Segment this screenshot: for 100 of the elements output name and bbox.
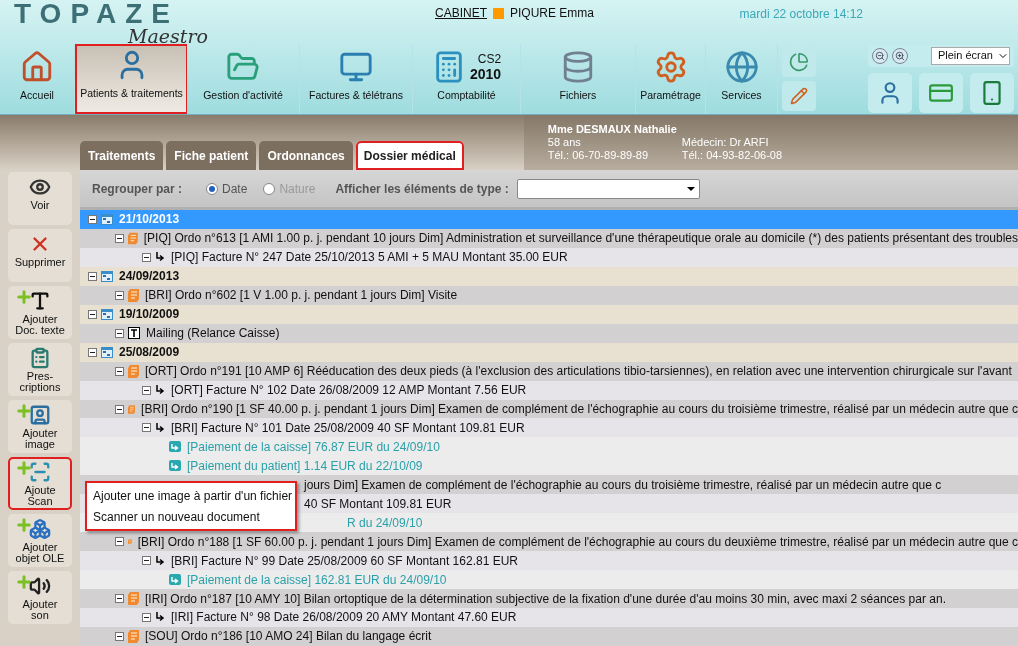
- tree-row[interactable]: [IRI] Ordo n°187 [10 AMY 10] Bilan ortoptique de la détermination subjective de la fixation d'une durée d'au moins 30 min, avec maxi 2 séances par an.: [80, 589, 1018, 608]
- arrow-icon: [155, 555, 165, 566]
- plus-icon: [15, 573, 33, 591]
- sidebar-button[interactable]: Ajoute Scan: [8, 457, 72, 510]
- pie-chart-icon: [789, 51, 809, 72]
- toolbar-button[interactable]: Fichiers: [521, 43, 636, 114]
- vitale-card-button[interactable]: [919, 72, 963, 113]
- collapse-icon[interactable]: [115, 233, 124, 243]
- text-icon: [128, 327, 140, 340]
- pencil-button[interactable]: [782, 80, 816, 111]
- sidebar-button[interactable]: Ajouter objet OLE: [8, 514, 72, 567]
- collapse-icon[interactable]: [142, 252, 151, 262]
- toolbar-button[interactable]: Paramétrage: [636, 43, 706, 114]
- calendar-icon: [101, 308, 113, 320]
- pencil-icon: [790, 86, 808, 105]
- collapse-icon[interactable]: [115, 537, 124, 547]
- zoom-out-button[interactable]: [872, 47, 888, 64]
- collapse-icon[interactable]: [115, 328, 124, 338]
- row-text: [ORT] Ordo n°191 [10 AMP 6] Rééducation des deux pieds (à l'exclusion des articulations tibio-tarsiennes), en relation avec une intervention chirurgicale sur l'avant: [145, 363, 1012, 381]
- add-text-icon: [29, 290, 51, 312]
- tab[interactable]: Traitements: [80, 141, 164, 170]
- collapse-icon[interactable]: [88, 214, 97, 224]
- tree-row[interactable]: [BRI] Facture N° 99 Date 25/08/2009 60 SF Montant 162.81 EUR: [80, 551, 1018, 571]
- clipboard-icon: [29, 347, 51, 369]
- cabinet-link[interactable]: CABINET: [435, 4, 487, 22]
- patient-age: 58 ans: [547, 136, 582, 149]
- radio-button[interactable]: [263, 182, 276, 195]
- doctor-button[interactable]: [868, 72, 912, 113]
- calendar-icon: [101, 346, 113, 358]
- tree-row[interactable]: [BRI] Facture N° 101 Date 25/08/2009 40 SF Montant 109.81 EUR: [80, 418, 1018, 438]
- sidebar-button[interactable]: Voir: [8, 172, 72, 225]
- zoom-out-icon: [875, 50, 885, 61]
- zoom-in-button[interactable]: [892, 47, 908, 64]
- payment-icon: [169, 460, 181, 472]
- sidebar-button[interactable]: Pres- criptions: [8, 343, 72, 396]
- row-text: R du 24/09/10: [347, 514, 423, 532]
- collapse-icon[interactable]: [115, 290, 124, 300]
- collapse-icon[interactable]: [88, 271, 97, 281]
- toolbar-button[interactable]: Gestion d'activité: [187, 43, 300, 114]
- row-text: 24/09/2013: [119, 268, 180, 286]
- collapse-icon[interactable]: [142, 556, 151, 566]
- row-text: 25/08/2009: [119, 344, 180, 362]
- document-icon: [128, 629, 139, 643]
- scanner-icon: [29, 461, 51, 483]
- collapse-icon[interactable]: [142, 423, 151, 433]
- plus-icon: [15, 402, 33, 420]
- type-dropdown[interactable]: [516, 178, 700, 199]
- collapse-icon[interactable]: [115, 631, 124, 641]
- collapse-icon[interactable]: [142, 613, 151, 622]
- row-text: Mailing (Relance Caisse): [146, 325, 280, 343]
- toolbar-button[interactable]: Patients & traitements: [75, 43, 187, 114]
- plus-icon: [15, 516, 33, 534]
- doctor-phone: Tél.: 04-93-82-06-08: [681, 149, 783, 162]
- tab[interactable]: Ordonnances: [259, 141, 353, 170]
- sidebar-button[interactable]: Ajouter image: [8, 400, 72, 453]
- row-text: [Paiement de la caisse] 162.81 EUR du 24/09/10: [187, 571, 447, 589]
- tab[interactable]: Dossier médical: [355, 141, 464, 170]
- row-text: jours Dim] Examen de complément de l'échographie au cours du troisième trimestre, réalisé par un médecin autre que c: [304, 476, 942, 494]
- toolbar-button[interactable]: Services: [706, 43, 778, 114]
- radio-option[interactable]: Date: [206, 179, 248, 198]
- radio-button[interactable]: [206, 182, 218, 195]
- toolbar-button[interactable]: CS2 2010 Comptabilité: [413, 43, 521, 114]
- logo-text: TOPAZE: [14, 2, 179, 26]
- collapse-icon[interactable]: [88, 347, 97, 357]
- row-text: [BRI] Ordo n°190 [1 SF 40.00 p. j. pendant 1 jours Dim] Examen de complément de l'échographie au cours du troisième trimestre, réalisé par un médecin autre que c: [141, 401, 1018, 418]
- calendar-icon: [101, 270, 113, 282]
- row-text: [SOU] Ordo n°186 [10 AMO 24] Bilan du langage écrit: [145, 628, 432, 646]
- arrow-icon: [155, 422, 165, 433]
- user-name: PIQURE Emma: [510, 5, 595, 22]
- collapse-icon[interactable]: [115, 594, 124, 604]
- arrow-icon: [155, 385, 165, 396]
- collapse-icon[interactable]: [88, 309, 97, 319]
- row-text: [BRI] Ordo n°188 [1 SF 60.00 p. j. pendant 1 jours Dim] Examen de complément de l'échographie au cours du deuxième trimestre, réalisé par un médecin autre que c: [137, 533, 1018, 551]
- row-text: 40 SF Montant 109.81 EUR: [304, 495, 452, 513]
- year-label: 2010: [469, 66, 502, 83]
- collapse-icon[interactable]: [115, 366, 124, 376]
- row-text: [PIQ] Ordo n°613 [1 AMI 1.00 p. j. pendant 10 jours Dim] Administration et surveillance d'une thérapeutique orale au domicile (*) des patients présentant des troubles: [143, 230, 1018, 248]
- payment-icon: [169, 574, 181, 586]
- display-mode-select[interactable]: Plein écran: [930, 46, 1010, 65]
- date-time: mardi 22 octobre 14:12: [739, 6, 863, 23]
- card-reader-button[interactable]: [970, 72, 1014, 113]
- sidebar-button[interactable]: Ajouter Doc. texte: [8, 286, 72, 339]
- zoom-in-icon: [895, 50, 905, 61]
- row-text: [BRI] Facture N° 99 Date 25/08/2009 60 SF Montant 162.81 EUR: [171, 552, 518, 570]
- tree-row[interactable]: [IRI] Facture N° 98 Date 26/08/2009 20 AMY Montant 47.60 EUR: [80, 608, 1018, 627]
- row-text: 21/10/2013: [119, 211, 180, 229]
- row-text: [IRI] Ordo n°187 [10 AMY 10] Bilan ortoptique de la détermination subjective de la fixation d'une durée d'au moins 30 min, avec maxi 2 séances par an.: [145, 590, 946, 608]
- row-text: [IRI] Facture N° 98 Date 26/08/2009 20 AMY Montant 47.60 EUR: [171, 609, 517, 627]
- tab[interactable]: Fiche patient: [166, 141, 257, 170]
- sidebar-button[interactable]: Ajouter son: [8, 571, 72, 624]
- tree-row[interactable]: [BRI] Ordo n°188 [1 SF 60.00 p. j. pendant 1 jours Dim] Examen de complément de l'échographie au cours du deuxième trimestre, réalisé par un médecin autre que c: [80, 532, 1018, 552]
- type-filter-label: Afficher les éléments de type :: [335, 180, 509, 198]
- sidebar-button[interactable]: Supprimer: [8, 229, 72, 282]
- document-icon: [128, 288, 139, 302]
- collapse-icon[interactable]: [115, 404, 124, 414]
- arrow-icon: [155, 612, 165, 623]
- user-color-square: [493, 7, 504, 19]
- document-icon: [128, 231, 138, 245]
- collapse-icon[interactable]: [142, 385, 151, 395]
- toolbar-button[interactable]: Factures & télétrans: [300, 43, 413, 114]
